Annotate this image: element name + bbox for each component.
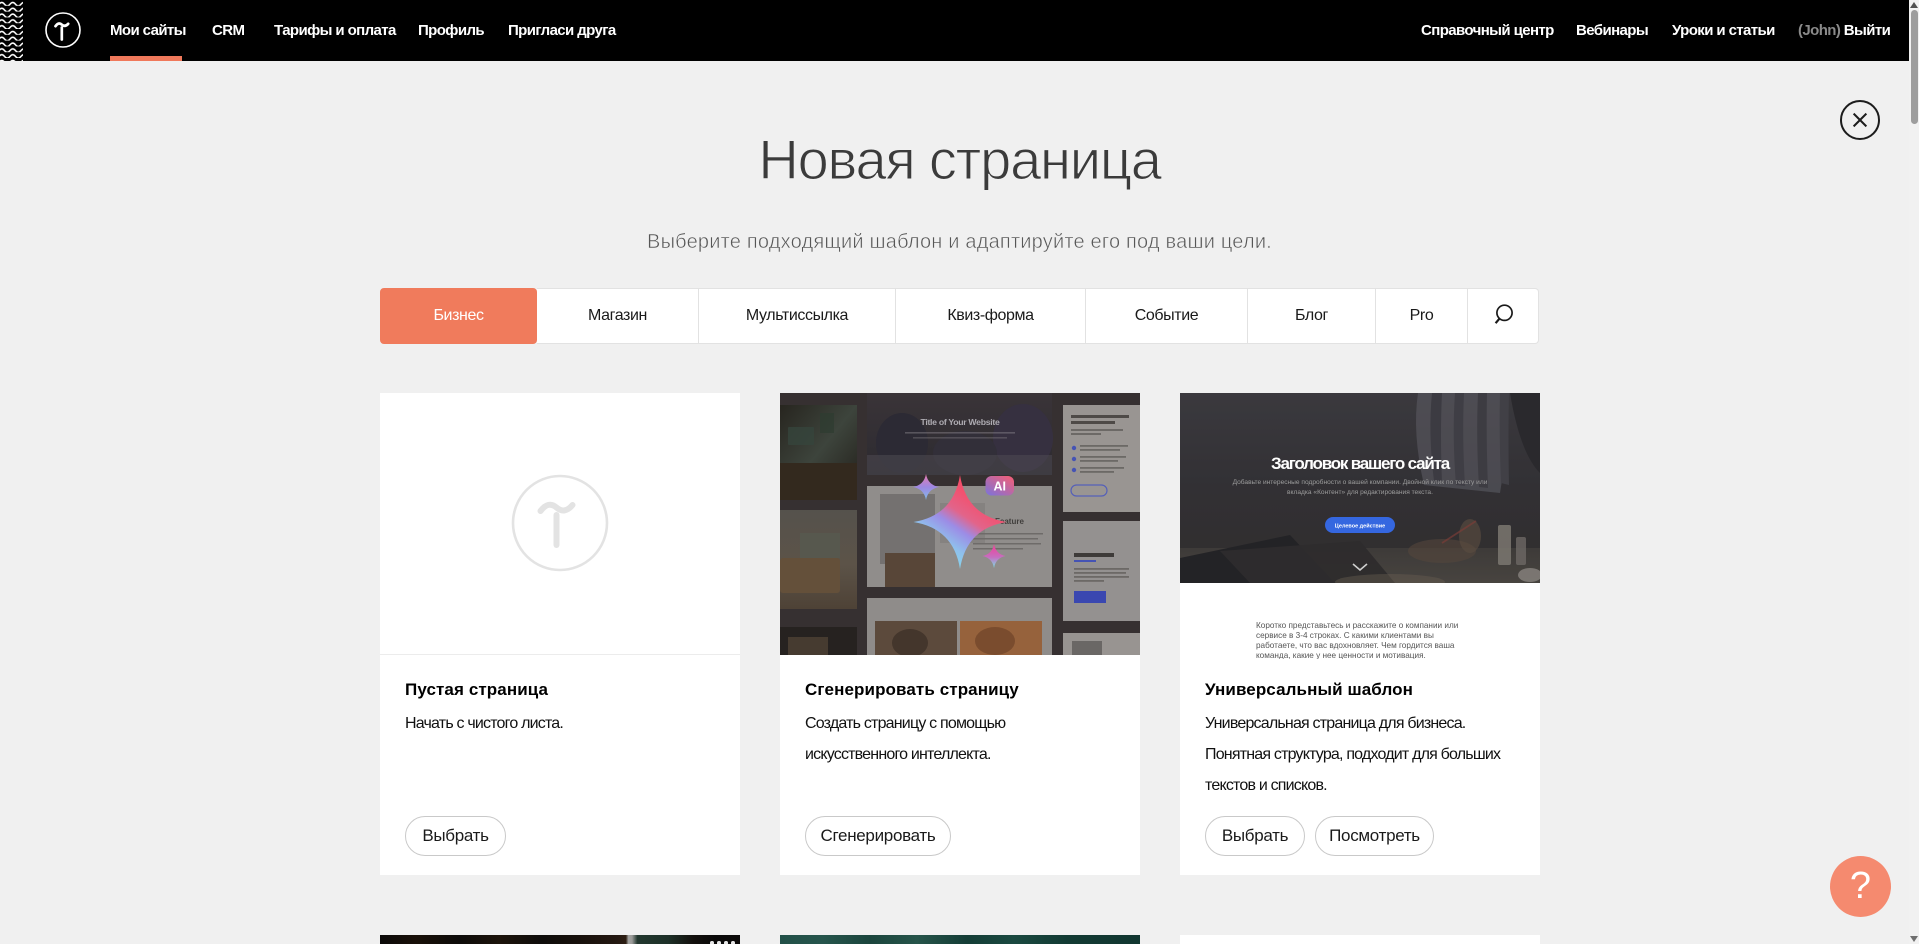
svg-text:Заголовок вашего сайта: Заголовок вашего сайта <box>1271 454 1451 473</box>
svg-text:работаете, что вас вдохновляет: работаете, что вас вдохновляет. Чем горд… <box>1256 641 1455 650</box>
svg-text:AI: AI <box>993 480 1006 494</box>
svg-text:Добавьте интересные подробност: Добавьте интересные подробности о вашей … <box>1233 478 1488 486</box>
svg-text:Коротко представьтесь и расска: Коротко представьтесь и расскажите о ком… <box>1256 621 1458 630</box>
svg-text:Title of Your Website: Title of Your Website <box>921 417 1000 427</box>
svg-text:вкладка «Контент» для редактир: вкладка «Контент» для редактирования тек… <box>1287 489 1433 496</box>
svg-text:команда, какие у нее ценности: команда, какие у нее ценности и мотиваци… <box>1256 651 1426 659</box>
svg-text:Целевое действие: Целевое действие <box>1335 523 1385 530</box>
svg-text:сервисе в 3-4 строках. С каким: сервисе в 3-4 строках. С какими клиентам… <box>1256 631 1434 640</box>
